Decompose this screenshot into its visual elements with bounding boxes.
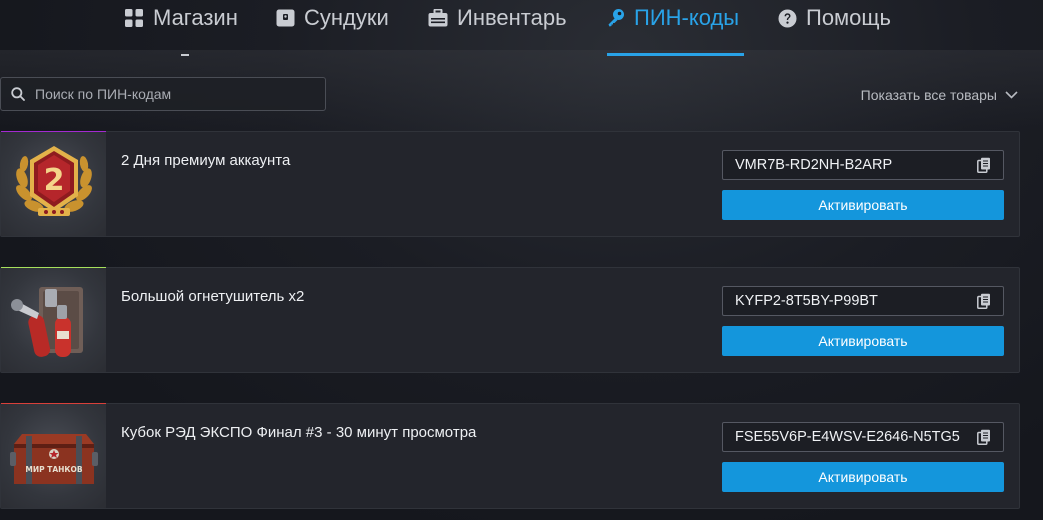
tab-shop-label: Магазин (153, 5, 238, 30)
chevron-down-icon (1005, 91, 1018, 99)
pin-code-value[interactable]: VMR7B-RD2NH-B2ARP (735, 157, 892, 173)
chest-label: МИР ТАНКОВ (25, 465, 83, 474)
pin-code-field[interactable]: VMR7B-RD2NH-B2ARP (722, 150, 1004, 180)
tab-pin-codes-label: ПИН-коды (634, 5, 740, 30)
inventory-icon (428, 9, 448, 27)
tab-inventory[interactable]: Инвентарь (428, 0, 567, 56)
show-all-filter[interactable]: Показать все товары (861, 84, 1018, 106)
premium-badge-icon: 2 (8, 138, 100, 230)
pin-code-value[interactable]: KYFP2-8T5BY-P99BT (735, 293, 878, 309)
grid-icon (124, 8, 144, 28)
search-box[interactable] (0, 77, 326, 111)
pin-code-field[interactable]: KYFP2-8T5BY-P99BT (722, 286, 1004, 316)
help-icon (778, 9, 797, 28)
copy-icon[interactable] (977, 429, 991, 445)
tab-pin-codes[interactable]: ПИН-коды (607, 0, 744, 56)
activate-button[interactable]: Активировать (722, 326, 1004, 356)
wot-chest-icon: МИР ТАНКОВ (8, 416, 100, 496)
item-thumbnail: 2 (1, 132, 106, 236)
tab-shop-marker (181, 54, 189, 56)
search-icon (11, 87, 25, 101)
pin-card: Большой огнетушитель x2 KYFP2-8T5BY-P99B… (0, 267, 1020, 373)
pin-card: 2 2 Дня премиум аккаунта VMR7B-RD2NH-B2A… (0, 131, 1020, 237)
tab-inventory-label: Инвентарь (457, 5, 567, 30)
item-title: 2 Дня премиум аккаунта (121, 152, 291, 169)
key-icon (607, 8, 625, 28)
tab-chests[interactable]: Сундуки (276, 0, 389, 56)
item-title: Большой огнетушитель x2 (121, 288, 305, 305)
copy-icon[interactable] (977, 293, 991, 309)
item-title: Кубок РЭД ЭКСПО Финал #3 - 30 минут прос… (121, 424, 477, 441)
badge-number: 2 (43, 163, 64, 198)
filter-label: Показать все товары (860, 87, 997, 103)
tab-chests-label: Сундуки (304, 5, 389, 30)
item-thumbnail (1, 268, 106, 372)
pin-code-value[interactable]: FSE55V6P-E4WSV-E2646-N5TG5 (735, 429, 960, 445)
chest-icon (276, 9, 295, 27)
copy-icon[interactable] (977, 157, 991, 173)
tab-shop[interactable]: Магазин (124, 0, 238, 56)
pin-card: МИР ТАНКОВ Кубок РЭД ЭКСПО Финал #3 - 30… (0, 403, 1020, 509)
activate-button[interactable]: Активировать (722, 462, 1004, 492)
tab-help[interactable]: Помощь (778, 0, 891, 56)
pin-codes-page: Магазин Сундуки Инвентарь ПИН-коды Помощ… (0, 0, 1043, 520)
item-thumbnail: МИР ТАНКОВ (1, 404, 106, 508)
tab-help-label: Помощь (806, 5, 891, 30)
pin-code-field[interactable]: FSE55V6P-E4WSV-E2646-N5TG5 (722, 422, 1004, 452)
activate-button[interactable]: Активировать (722, 190, 1004, 220)
top-nav: Магазин Сундуки Инвентарь ПИН-коды Помощ… (0, 0, 1043, 56)
search-input[interactable] (35, 86, 305, 102)
fire-extinguisher-icon (9, 275, 99, 365)
